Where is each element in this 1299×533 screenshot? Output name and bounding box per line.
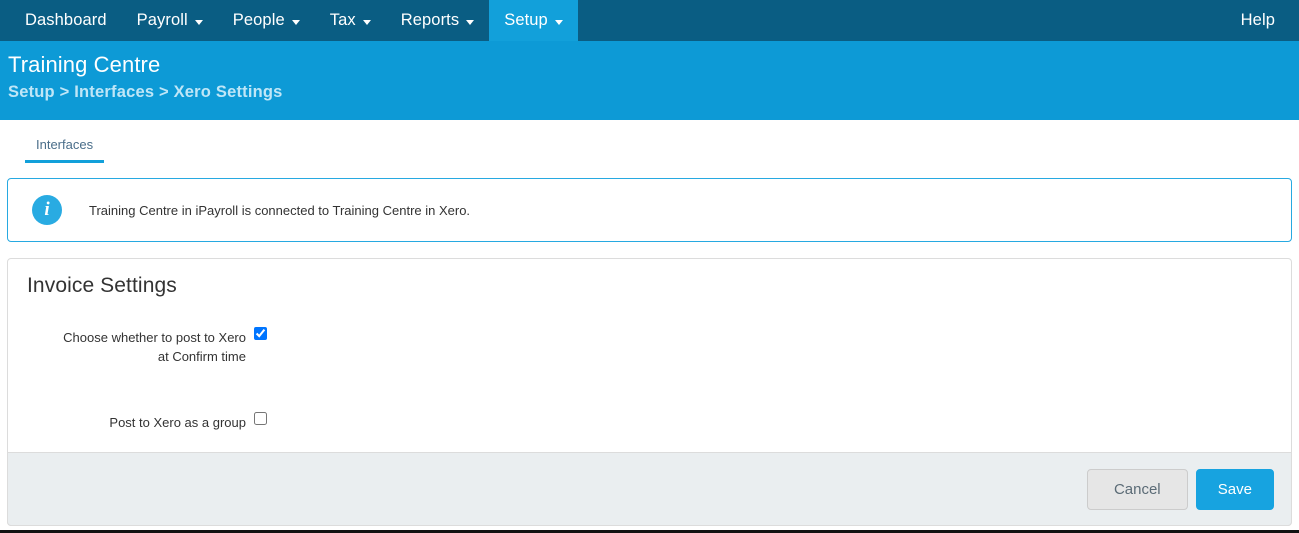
nav-item-dashboard[interactable]: Dashboard <box>10 0 122 41</box>
nav-item-label: Dashboard <box>25 11 107 29</box>
nav-item-label: People <box>232 11 285 29</box>
chevron-down-icon <box>291 20 300 25</box>
tab-bar-card: Interfaces <box>8 120 1291 172</box>
nav-item-reports[interactable]: Reports <box>386 0 489 41</box>
form-label-line1: Post to Xero as a group <box>109 415 246 430</box>
info-circle-icon: i <box>32 195 62 225</box>
settings-form: Choose whether to post to Xero at Confir… <box>8 298 1291 432</box>
cancel-button[interactable]: Cancel <box>1086 468 1188 510</box>
form-row-post-to-xero-as-group: Post to Xero as a group <box>8 412 1291 432</box>
chevron-down-icon <box>554 20 563 25</box>
form-label-line2: at Confirm time <box>157 349 246 364</box>
form-label-line1: Choose whether to post to Xero <box>63 330 246 345</box>
save-button[interactable]: Save <box>1195 468 1274 510</box>
nav-item-label: Tax <box>329 11 356 29</box>
form-row-post-to-xero-at-confirm: Choose whether to post to Xero at Confir… <box>8 327 1291 366</box>
nav-item-help[interactable]: Help <box>1226 0 1299 41</box>
nav-right-group: Help <box>1226 0 1299 41</box>
nav-item-label: Reports <box>400 11 460 29</box>
nav-item-tax[interactable]: Tax <box>315 0 386 41</box>
page-header: Training Centre Setup > Interfaces > Xer… <box>0 41 1299 120</box>
page-title: Training Centre <box>8 52 161 77</box>
breadcrumb[interactable]: Setup > Interfaces > Xero Settings <box>8 81 1299 103</box>
checkbox-post-to-xero-as-group[interactable] <box>254 412 267 425</box>
nav-item-label: Help <box>1240 11 1275 29</box>
form-label: Choose whether to post to Xero at Confir… <box>8 327 246 366</box>
connection-info-banner: i Training Centre in iPayroll is connect… <box>7 178 1292 242</box>
checkbox-post-to-xero-at-confirm[interactable] <box>254 327 267 340</box>
tab-interfaces[interactable]: Interfaces <box>25 120 105 163</box>
nav-item-payroll[interactable]: Payroll <box>122 0 218 41</box>
form-control <box>246 412 267 430</box>
form-control <box>246 327 267 345</box>
chevron-down-icon <box>194 20 203 25</box>
nav-item-label: Setup <box>504 11 548 29</box>
nav-item-setup[interactable]: Setup <box>489 0 578 41</box>
chevron-down-icon <box>362 20 371 25</box>
chevron-down-icon <box>466 20 475 25</box>
form-label: Post to Xero as a group <box>8 412 246 432</box>
top-navigation-bar: Dashboard Payroll People Tax Reports Set… <box>0 0 1299 41</box>
nav-item-group: Dashboard Payroll People Tax Reports Set… <box>0 0 578 41</box>
info-banner-message: Training Centre in iPayroll is connected… <box>89 202 471 218</box>
nav-item-label: Payroll <box>136 11 188 29</box>
form-action-footer: Cancel Save <box>7 452 1292 526</box>
panel-title: Invoice Settings <box>27 274 177 297</box>
nav-item-people[interactable]: People <box>218 0 315 41</box>
